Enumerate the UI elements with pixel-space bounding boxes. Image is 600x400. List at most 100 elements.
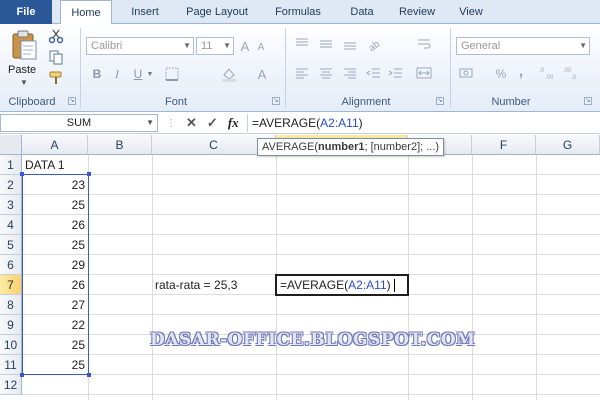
formula-prefix: =AVERAGE( bbox=[252, 116, 321, 130]
underline-button[interactable]: U bbox=[130, 65, 146, 83]
chevron-down-icon: ▼ bbox=[146, 118, 154, 127]
format-painter-icon[interactable] bbox=[48, 70, 64, 86]
grow-font-button[interactable]: A bbox=[238, 37, 252, 55]
align-right-icon[interactable] bbox=[342, 65, 358, 81]
cell-c7[interactable]: rata-rata = 25,3 bbox=[155, 275, 275, 295]
cell-a1[interactable]: DATA 1 bbox=[25, 155, 87, 175]
tab-review[interactable]: Review bbox=[392, 0, 442, 24]
cell-a4[interactable]: 26 bbox=[22, 215, 88, 235]
font-launcher-icon[interactable]: ↘ bbox=[272, 97, 280, 105]
row-header-1[interactable]: 1 bbox=[0, 155, 22, 175]
tab-formulas[interactable]: Formulas bbox=[264, 0, 332, 24]
tab-file[interactable]: File bbox=[0, 0, 52, 24]
number-format-combo[interactable]: General ▼ bbox=[456, 37, 590, 55]
formula-input[interactable]: =AVERAGE(A2:A11) bbox=[247, 114, 600, 132]
cell-a8[interactable]: 27 bbox=[22, 295, 88, 315]
more-icon: ⋮ bbox=[166, 117, 176, 129]
tab-insert[interactable]: Insert bbox=[118, 0, 172, 24]
row-header-11[interactable]: 11 bbox=[0, 355, 22, 375]
cancel-icon[interactable]: ✕ bbox=[186, 115, 197, 131]
underline-dropdown-icon[interactable]: ▼ bbox=[146, 68, 154, 80]
wrap-text-icon[interactable] bbox=[416, 36, 432, 52]
gridline bbox=[88, 155, 89, 400]
orientation-icon[interactable]: ab bbox=[366, 36, 384, 52]
active-cell-d7[interactable]: =AVERAGE(A2:A11) bbox=[275, 274, 409, 296]
svg-text:.00: .00 bbox=[563, 68, 572, 74]
cell-a9[interactable]: 22 bbox=[22, 315, 88, 335]
tab-page-layout[interactable]: Page Layout bbox=[178, 0, 256, 24]
increase-decimal-icon[interactable]: .0.00 bbox=[538, 65, 558, 81]
range-handle[interactable] bbox=[20, 172, 24, 176]
gridline bbox=[22, 374, 600, 375]
tab-home[interactable]: Home bbox=[60, 0, 112, 25]
font-color-button[interactable]: A bbox=[255, 65, 269, 83]
range-handle[interactable] bbox=[87, 373, 91, 377]
align-left-icon[interactable] bbox=[294, 65, 310, 81]
column-header-a[interactable]: A bbox=[22, 135, 88, 155]
paste-button-label[interactable]: Paste bbox=[8, 64, 36, 76]
align-middle-icon[interactable] bbox=[318, 36, 334, 52]
gridline bbox=[22, 394, 600, 395]
bold-button[interactable]: B bbox=[89, 65, 105, 83]
shrink-font-button[interactable]: A bbox=[255, 39, 267, 55]
number-launcher-icon[interactable]: ↘ bbox=[584, 97, 592, 105]
column-header-b[interactable]: B bbox=[88, 135, 152, 155]
merge-center-icon[interactable] bbox=[416, 65, 432, 81]
row-header-4[interactable]: 4 bbox=[0, 215, 22, 235]
cell-a10[interactable]: 25 bbox=[22, 335, 88, 355]
font-name-combo[interactable]: Calibri ▼ bbox=[86, 37, 194, 55]
tab-data[interactable]: Data bbox=[340, 0, 384, 24]
align-top-icon[interactable] bbox=[294, 36, 310, 52]
range-handle[interactable] bbox=[87, 172, 91, 176]
italic-button[interactable]: I bbox=[109, 65, 125, 83]
cell-a5[interactable]: 25 bbox=[22, 235, 88, 255]
percent-style-button[interactable]: % bbox=[494, 65, 508, 83]
clipboard-launcher-icon[interactable]: ↘ bbox=[68, 97, 76, 105]
insert-function-button[interactable]: fx bbox=[228, 115, 239, 131]
d7-formula-suffix: ) bbox=[386, 278, 391, 292]
alignment-launcher-icon[interactable]: ↘ bbox=[436, 97, 444, 105]
group-divider bbox=[80, 28, 81, 108]
row-header-6[interactable]: 6 bbox=[0, 255, 22, 275]
column-header-f[interactable]: F bbox=[472, 135, 536, 155]
decrease-decimal-icon[interactable]: .00.0 bbox=[562, 65, 582, 81]
cell-a3[interactable]: 25 bbox=[22, 195, 88, 215]
row-header-9[interactable]: 9 bbox=[0, 315, 22, 335]
select-all-corner[interactable] bbox=[0, 135, 22, 155]
copy-icon[interactable] bbox=[48, 49, 64, 65]
range-handle[interactable] bbox=[20, 373, 24, 377]
borders-icon[interactable] bbox=[164, 66, 182, 82]
worksheet-grid[interactable]: A B C D E F G 1 2 3 4 5 6 7 8 9 10 11 12… bbox=[0, 135, 600, 400]
row-header-7[interactable]: 7 bbox=[0, 275, 22, 295]
fill-color-icon[interactable] bbox=[220, 66, 238, 82]
font-name-value: Calibri bbox=[91, 40, 123, 52]
increase-indent-icon[interactable] bbox=[388, 65, 404, 81]
paste-icon[interactable] bbox=[10, 30, 38, 60]
cell-a7[interactable]: 26 bbox=[22, 275, 88, 295]
cell-a2[interactable]: 23 bbox=[22, 175, 88, 195]
cut-icon[interactable] bbox=[48, 28, 64, 44]
comma-style-button[interactable]: , bbox=[514, 63, 528, 81]
align-center-icon[interactable] bbox=[318, 65, 334, 81]
decrease-indent-icon[interactable] bbox=[366, 65, 382, 81]
row-header-3[interactable]: 3 bbox=[0, 195, 22, 215]
d7-formula-prefix: =AVERAGE( bbox=[280, 278, 349, 292]
row-header-12[interactable]: 12 bbox=[0, 375, 22, 395]
row-header-2[interactable]: 2 bbox=[0, 175, 22, 195]
paste-dropdown-icon[interactable]: ▼ bbox=[20, 78, 28, 87]
cell-a11[interactable]: 25 bbox=[22, 355, 88, 375]
cell-a6[interactable]: 29 bbox=[22, 255, 88, 275]
column-header-g[interactable]: G bbox=[536, 135, 600, 155]
font-size-combo[interactable]: 11 ▼ bbox=[196, 37, 234, 55]
tab-view[interactable]: View bbox=[450, 0, 492, 24]
row-header-8[interactable]: 8 bbox=[0, 295, 22, 315]
tooltip-arg-number1[interactable]: number1 bbox=[318, 141, 364, 153]
enter-icon[interactable]: ✓ bbox=[207, 115, 218, 131]
row-header-10[interactable]: 10 bbox=[0, 335, 22, 355]
accounting-format-icon[interactable] bbox=[458, 65, 480, 81]
gridline bbox=[22, 214, 600, 215]
align-bottom-icon[interactable] bbox=[342, 36, 358, 52]
row-header-5[interactable]: 5 bbox=[0, 235, 22, 255]
watermark-text: DASAR-OFFICE.BLOGSPOT.COM bbox=[150, 330, 476, 350]
name-box[interactable]: SUM ▼ bbox=[0, 114, 158, 132]
